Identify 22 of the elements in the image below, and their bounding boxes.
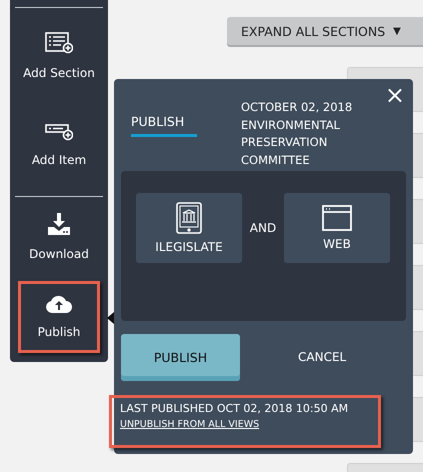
close-button[interactable]: × [382,83,407,107]
download-icon [48,213,70,235]
item-add-icon [45,123,73,141]
caret-icon: ▼ [393,26,401,36]
publish-button[interactable]: PUBLISH [121,334,240,381]
sidebar-item[interactable]: Add Item [15,100,103,190]
tablet-bank-icon [176,202,202,234]
sidebar-item[interactable]: Add Section [15,12,103,100]
unpublish-link[interactable]: UNPUBLISH FROM ALL VIEWS [120,418,370,430]
expand-all-button[interactable]: EXPAND ALL SECTIONS ▼ [227,17,423,45]
last-published-text: LAST PUBLISHED OCT 02, 2018 10:50 AM [120,402,350,415]
meeting-title: OCTOBER 02, 2018 ENVIRONMENTAL PRESERVATION COMMITTEE [241,99,352,170]
sidebar-item[interactable]: Publish [18,281,100,353]
publish-tab[interactable]: PUBLISH [131,107,197,137]
cloud-upload-icon [46,295,72,313]
cancel-button[interactable]: CANCEL [292,349,352,366]
target-option[interactable]: WEB [284,192,390,263]
browser-window-icon [322,204,352,231]
list-add-icon [45,32,73,54]
sidebar-item[interactable]: Download [15,199,103,275]
target-option[interactable]: ILEGISLATE [136,192,242,263]
and-label: AND [248,220,278,235]
